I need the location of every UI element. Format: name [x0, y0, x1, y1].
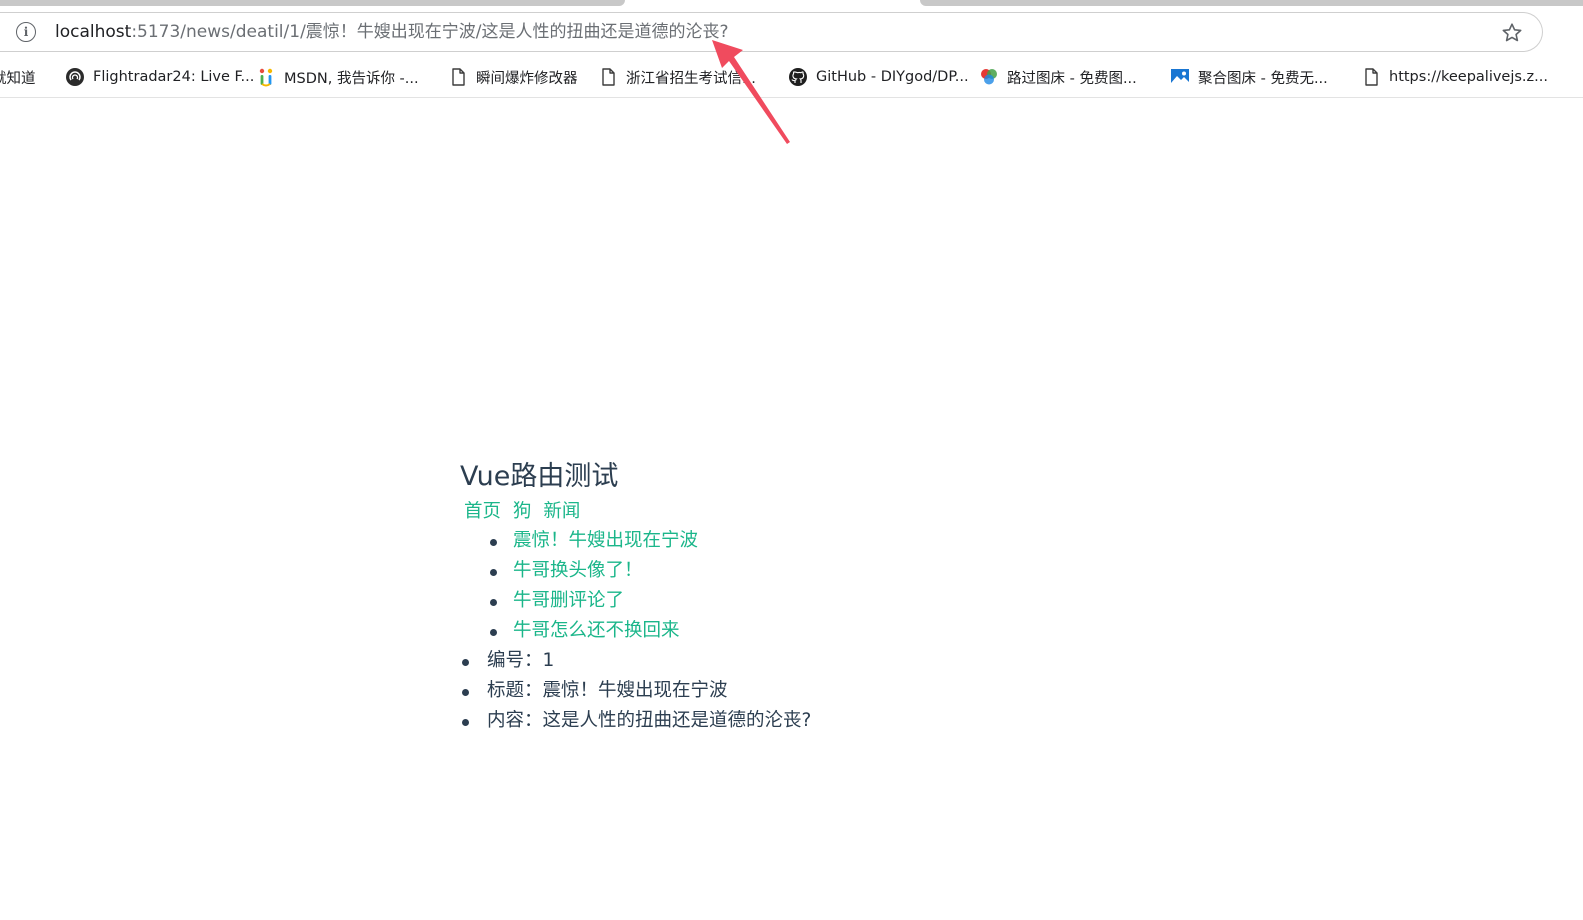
detail-id: 编号：1 — [460, 646, 960, 676]
msdn-icon — [259, 68, 273, 87]
image-icon — [1171, 69, 1189, 85]
detail-title: 标题：震惊！牛嫂出现在宁波 — [460, 676, 960, 706]
detail-content: 内容：这是人性的扭曲还是道德的沦丧? — [460, 706, 960, 736]
news-list: 震惊！牛嫂出现在宁波 牛哥换头像了！ 牛哥删评论了 牛哥怎么还不换回来 — [488, 526, 960, 646]
bookmark-label: 聚合图床 - 免费无... — [1198, 70, 1328, 87]
bookmark-label: GitHub - DIYgod/DP... — [816, 69, 969, 85]
news-link-4[interactable]: 牛哥怎么还不换回来 — [513, 620, 680, 641]
bookmark-5[interactable]: GitHub - DIYgod/DP... — [788, 66, 969, 88]
nav-link-news[interactable]: 新闻 — [543, 501, 580, 522]
flightradar-icon — [66, 68, 84, 86]
tab-strip — [0, 0, 1583, 8]
bookmark-2[interactable]: MSDN, 我告诉你 -... — [256, 66, 419, 88]
bookmark-label: Flightradar24: Live F... — [93, 69, 255, 85]
bookmark-7[interactable]: 聚合图床 - 免费无... — [1170, 66, 1328, 88]
bookmark-label: https://keepalivejs.z... — [1389, 69, 1548, 85]
nav-link-home[interactable]: 首页 — [464, 501, 501, 522]
page-title: Vue路由测试 — [460, 461, 619, 492]
bookmark-0[interactable]: 就知道 — [0, 66, 36, 88]
page-icon — [1365, 68, 1378, 86]
news-link-2[interactable]: 牛哥换头像了！ — [513, 560, 643, 581]
imgbed-icon — [981, 69, 997, 85]
star-icon[interactable] — [1500, 21, 1524, 45]
bookmark-label: MSDN, 我告诉你 -... — [284, 70, 419, 87]
bookmark-1[interactable]: Flightradar24: Live F... — [65, 66, 254, 88]
app-root: Vue路由测试 首页 狗 新闻 震惊！牛嫂出现在宁波 牛哥换头像了！ 牛哥删评论… — [460, 458, 960, 736]
bookmark-6[interactable]: 路过图床 - 免费图... — [979, 66, 1137, 88]
list-item: 震惊！牛嫂出现在宁波 — [488, 526, 960, 556]
bookmark-label: 就知道 — [0, 70, 36, 87]
page-icon — [602, 68, 615, 86]
annotation-arrow-icon — [712, 40, 790, 144]
url-text[interactable]: localhost:5173/news/deatil/1/震惊！牛嫂出现在宁波/… — [55, 21, 729, 43]
tab-right[interactable] — [920, 0, 1583, 6]
list-item: 牛哥删评论了 — [488, 586, 960, 616]
page-icon — [452, 68, 465, 86]
list-item: 牛哥怎么还不换回来 — [488, 616, 960, 646]
bookmark-label: 路过图床 - 免费图... — [1007, 70, 1137, 87]
url-path: :5173/news/deatil/1/震惊！牛嫂出现在宁波/这是人性的扭曲还是… — [131, 22, 729, 42]
nav-link-dog[interactable]: 狗 — [513, 501, 532, 522]
bookmark-label: 瞬间爆炸修改器 — [476, 70, 578, 87]
news-link-3[interactable]: 牛哥删评论了 — [513, 590, 624, 611]
news-detail: 编号：1 标题：震惊！牛嫂出现在宁波 内容：这是人性的扭曲还是道德的沦丧? — [460, 646, 960, 736]
bookmark-8[interactable]: https://keepalivejs.z... — [1361, 66, 1548, 88]
bookmark-3[interactable]: 瞬间爆炸修改器 — [448, 66, 578, 88]
url-host: localhost — [55, 22, 132, 42]
list-item: 牛哥换头像了！ — [488, 556, 960, 586]
router-nav: 首页 狗 新闻 — [460, 498, 960, 526]
info-icon[interactable]: i — [16, 22, 36, 42]
tab-left[interactable] — [0, 0, 625, 6]
news-link-1[interactable]: 震惊！牛嫂出现在宁波 — [513, 530, 698, 551]
